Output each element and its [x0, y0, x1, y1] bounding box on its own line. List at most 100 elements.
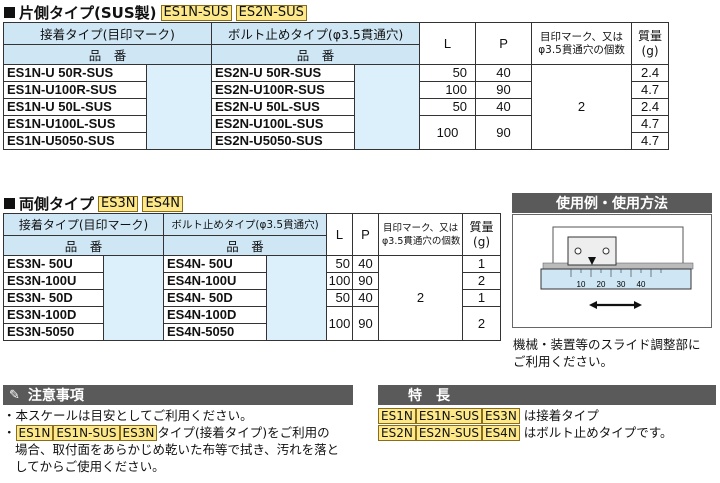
pencil-icon: ✎ — [9, 387, 20, 403]
tag-es3n: ES3N — [119, 425, 158, 441]
part-number-adhesive: ES1N-U100L-SUS — [3, 115, 147, 133]
value-mass: 2.4 — [631, 98, 670, 116]
scale-tick-label: 40 — [637, 280, 646, 289]
part-number-bolt: ES4N-100U — [163, 272, 267, 290]
caution-title: 注意事項 — [27, 388, 84, 404]
blue-cell — [265, 255, 328, 341]
value-l: 100 — [326, 306, 354, 341]
col-header-mass: 質量 (g) — [631, 22, 670, 65]
col-header-p: P — [475, 22, 533, 65]
value-mass: 2 — [462, 306, 502, 341]
value-p: 90 — [475, 81, 533, 99]
section1-title-text: 片側タイプ(SUS製) — [19, 4, 157, 22]
features-row1: ES1N ES1N-SUS ES3N は接着タイプ — [378, 407, 718, 424]
part-number-adhesive: ES1N-U100R-SUS — [3, 81, 147, 99]
col-header-mass: 質量 (g) — [462, 213, 502, 256]
part-number-adhesive: ES1N-U 50R-SUS — [3, 64, 147, 82]
part-number-bolt: ES2N-U 50R-SUS — [211, 64, 356, 82]
square-bullet-icon — [4, 7, 15, 18]
part-number-adhesive: ES3N-5050 — [3, 323, 104, 341]
part-number-adhesive: ES3N-100D — [3, 306, 104, 324]
part-number-bolt: ES4N-5050 — [163, 323, 267, 341]
value-mass: 2 — [462, 272, 502, 290]
square-bullet-icon — [4, 198, 15, 209]
value-p: 40 — [352, 255, 380, 273]
slide-rail — [542, 262, 694, 270]
value-mass: 1 — [462, 289, 502, 307]
col-header-marks: 目印マーク、又は φ3.5貫通穴の個数 — [531, 22, 633, 65]
value-l: 50 — [326, 289, 354, 307]
caution-title-bar: ✎ 注意事項 — [3, 385, 353, 405]
tag-es2n-sus: ES2N-SUS — [235, 4, 307, 21]
col-header-part-b: 品 番 — [162, 235, 328, 256]
usage-diagram: 10 20 30 40 — [540, 226, 694, 309]
features-row1-text: は接着タイプ — [523, 408, 599, 423]
part-number-adhesive: ES1N-U 50L-SUS — [3, 98, 147, 116]
value-l: 50 — [419, 98, 477, 116]
value-mass: 4.7 — [631, 81, 670, 99]
features-row2: ES2N ES2N-SUS ES4N はボルト止めタイプです。 — [378, 424, 718, 441]
tag-es4n: ES4N — [142, 195, 183, 212]
value-l: 100 — [419, 81, 477, 99]
marks-header-line1: 目印マーク、又は — [382, 222, 459, 234]
value-mass: 4.7 — [631, 132, 670, 150]
part-number-bolt: ES2N-U100L-SUS — [211, 115, 356, 133]
value-l: 100 — [419, 115, 477, 150]
mass-header-line1: 質量 — [469, 219, 494, 234]
part-number-adhesive: ES3N-100U — [3, 272, 104, 290]
tag-es2n-sus: ES2N-SUS — [415, 425, 482, 441]
blue-cell — [145, 64, 213, 150]
col-header-bolt: ボルト止めタイプ(φ3.5貫通穴) — [211, 22, 421, 45]
tag-es2n: ES2N — [378, 425, 416, 441]
marks-header-line2: φ3.5貫通穴の個数 — [382, 235, 461, 247]
part-number-adhesive: ES1N-U5050-SUS — [3, 132, 147, 150]
blue-cell — [103, 255, 164, 341]
usage-illustration: 10 20 30 40 — [512, 214, 712, 328]
col-header-adhesive: 接着タイプ(目印マーク) — [3, 213, 164, 236]
usage-caption-line1: 機械・装置等のスライド調整部に — [513, 337, 701, 352]
tag-es1n-sus: ES1N-SUS — [53, 425, 120, 441]
value-marks: 2 — [378, 255, 464, 341]
part-number-bolt: ES2N-U 50L-SUS — [211, 98, 356, 116]
scale-tick-label: 10 — [577, 280, 586, 289]
value-marks: 2 — [531, 64, 633, 150]
caution-line2-suffix: タイプ(接着タイプ)をご利用の — [157, 425, 330, 440]
value-p: 40 — [352, 289, 380, 307]
part-number-bolt: ES2N-U5050-SUS — [211, 132, 356, 150]
part-number-bolt: ES4N- 50U — [163, 255, 267, 273]
value-l: 100 — [326, 272, 354, 290]
usage-title-bar: 使用例・使用方法 — [512, 193, 712, 213]
caution-line2: ・ ES1N ES1N-SUS ES3N タイプ(接着タイプ)をご利用の — [3, 425, 330, 441]
col-header-l: L — [419, 22, 477, 65]
section1-title: 片側タイプ(SUS製) ES1N-SUS ES2N-SUS — [4, 2, 307, 23]
blue-cell — [354, 64, 421, 150]
section2-title: 両側タイプ ES3N ES4N — [4, 193, 183, 214]
usage-caption: 機械・装置等のスライド調整部に ご利用ください。 — [513, 336, 701, 370]
col-header-part-a: 品 番 — [2, 44, 213, 65]
value-p: 90 — [352, 306, 380, 341]
table-single-side: 接着タイプ(目印マーク) ボルト止めタイプ(φ3.5貫通穴) L P 目印マーク… — [2, 22, 670, 150]
value-l: 50 — [326, 255, 354, 273]
col-header-bolt: ボルト止めタイプ(φ3.5貫通穴) — [162, 213, 328, 236]
table-double-side: 接着タイプ(目印マーク) ボルト止めタイプ(φ3.5貫通穴) L P 目印マーク… — [3, 213, 502, 341]
col-header-marks: 目印マーク、又は φ3.5貫通穴の個数 — [378, 213, 464, 256]
mass-header-line1: 質量 — [638, 28, 663, 43]
features-row2-text: はボルト止めタイプです。 — [523, 425, 673, 440]
mass-header-line2: (g) — [473, 234, 490, 249]
tag-es1n: ES1N — [378, 408, 416, 424]
mass-header-line2: (g) — [641, 43, 659, 58]
features-title: 特 長 — [408, 388, 450, 404]
usage-title: 使用例・使用方法 — [556, 196, 668, 212]
bolt-hole-icon — [602, 247, 610, 255]
marks-header-line2: φ3.5貫通穴の個数 — [538, 43, 625, 56]
usage-caption-line2: ご利用ください。 — [513, 354, 614, 369]
caution-line3: 場合、取付面をあらかじめ乾いた布等で拭き、汚れを落と — [15, 442, 340, 457]
col-header-part-a: 品 番 — [3, 235, 164, 256]
part-number-adhesive: ES3N- 50D — [3, 289, 104, 307]
value-mass: 4.7 — [631, 115, 670, 133]
part-number-bolt: ES4N-100D — [163, 306, 267, 324]
col-header-part-b: 品 番 — [211, 44, 421, 65]
col-header-adhesive: 接着タイプ(目印マーク) — [2, 22, 213, 45]
tag-es3n: ES3N — [98, 195, 139, 212]
bolt-hole-icon — [574, 247, 582, 255]
